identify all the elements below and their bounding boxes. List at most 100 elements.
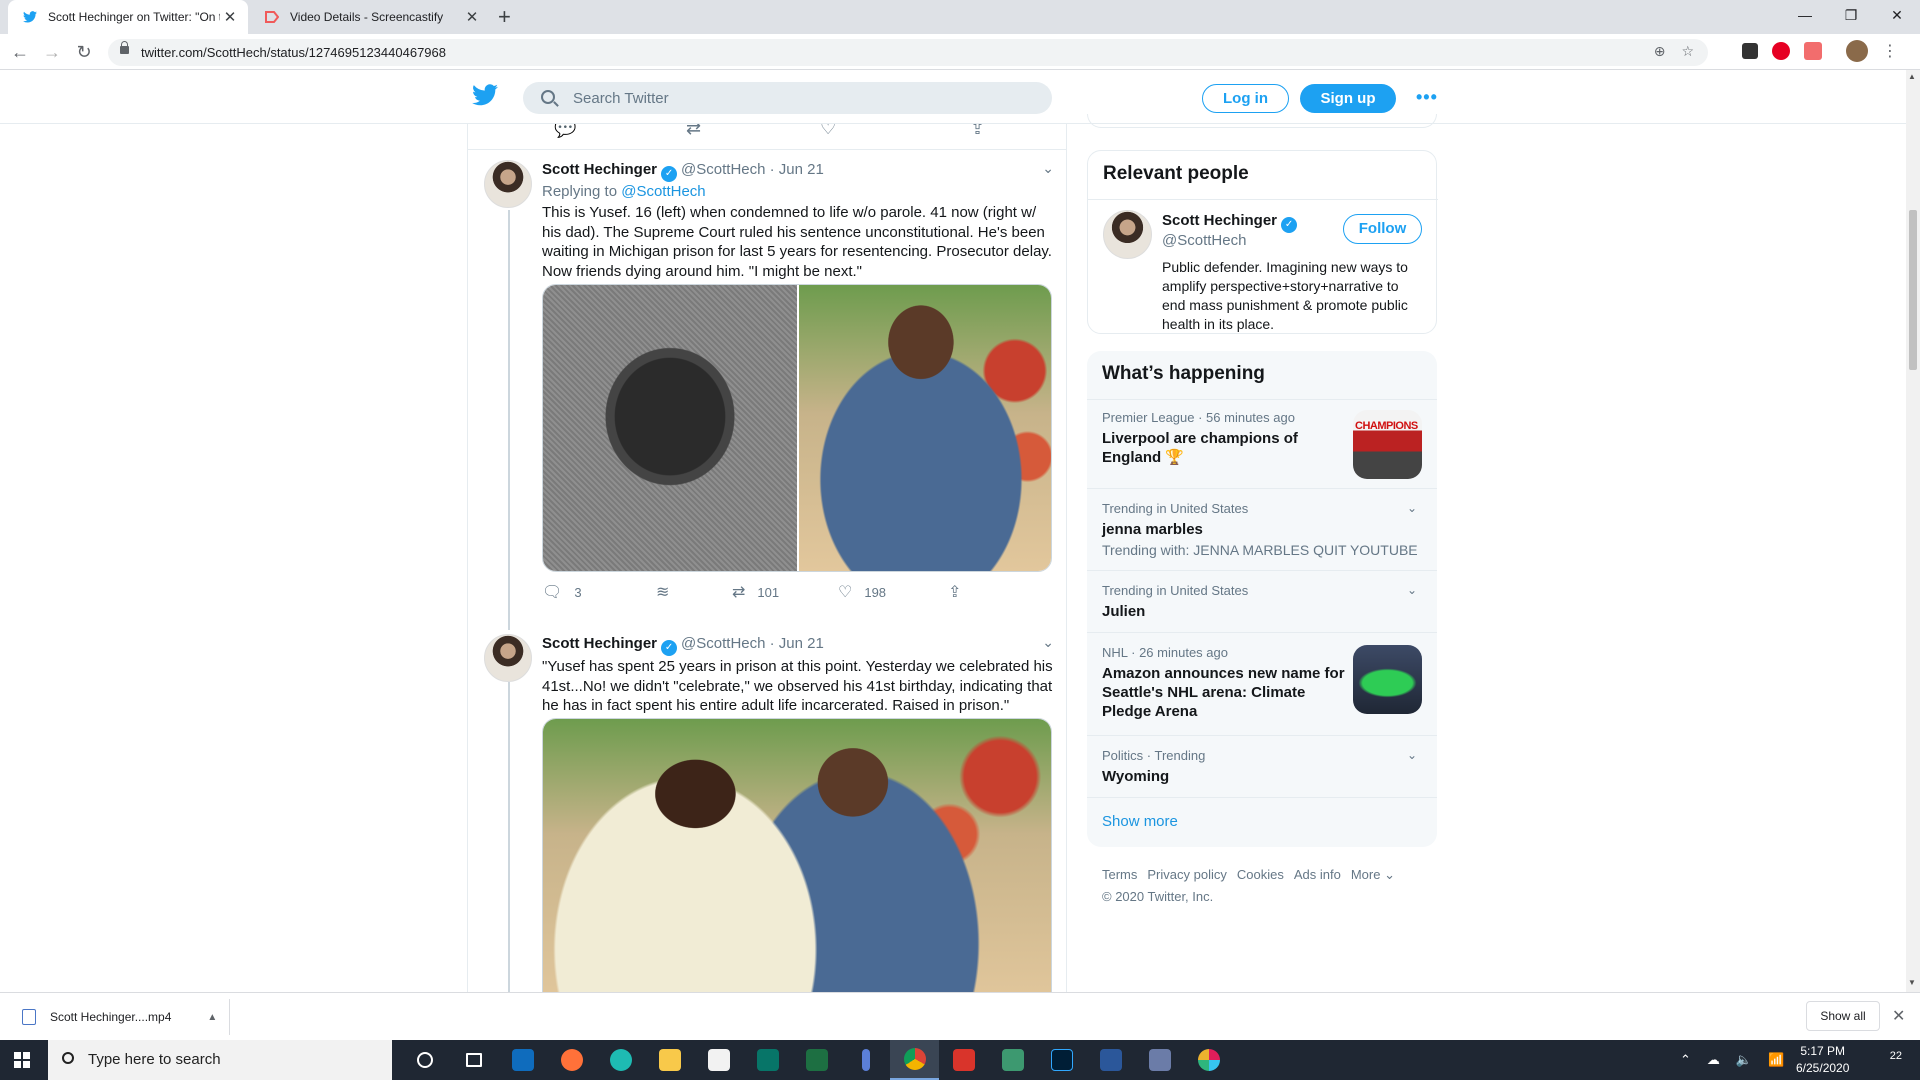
volume-icon[interactable]: 🔈 — [1736, 1052, 1752, 1068]
tweet[interactable]: Scott Hechinger ✓ @ScottHech · Jun 21 ⌄ "Y… — [468, 624, 1066, 992]
chevron-down-icon[interactable]: ⌄ — [1042, 634, 1054, 651]
windows-start-icon[interactable] — [14, 1052, 30, 1068]
person-name-row[interactable]: Scott Hechinger ✓ — [1162, 212, 1301, 233]
signup-button[interactable]: Sign up — [1300, 84, 1396, 113]
new-tab-button[interactable]: + — [498, 4, 511, 30]
screencastify-extension-icon[interactable] — [1804, 42, 1822, 60]
author-name[interactable]: Scott Hechinger — [542, 161, 657, 178]
chevron-up-icon[interactable]: ▲ — [207, 1012, 217, 1023]
bookmark-star-icon[interactable]: ☆ — [1681, 43, 1694, 60]
photo-yusef-and-dad[interactable] — [799, 285, 1051, 571]
replying-to-link[interactable]: @ScottHech — [621, 183, 705, 200]
chevron-up-icon[interactable]: ⌃ — [1680, 1052, 1691, 1068]
tweet-media[interactable] — [542, 284, 1052, 572]
pen-icon[interactable] — [841, 1040, 890, 1080]
tweet-date[interactable]: · Jun 21 — [770, 161, 824, 178]
author-name[interactable]: Scott Hechinger — [542, 635, 657, 652]
chevron-down-icon[interactable]: ⌄ — [1407, 583, 1417, 597]
footer-terms[interactable]: Terms — [1102, 867, 1137, 883]
app-green-icon[interactable] — [988, 1040, 1037, 1080]
footer-more[interactable]: More ⌄ — [1351, 867, 1395, 883]
store-icon[interactable] — [694, 1040, 743, 1080]
onedrive-icon[interactable]: ☁ — [1707, 1052, 1720, 1068]
close-icon[interactable]: ✕ — [220, 8, 240, 26]
forward-icon[interactable]: → — [40, 40, 64, 64]
reload-icon[interactable]: ↻ — [72, 40, 96, 64]
word-icon[interactable] — [1086, 1040, 1135, 1080]
scrollbar-thumb[interactable] — [1909, 210, 1917, 370]
show-all-button[interactable]: Show all — [1806, 1001, 1880, 1031]
relevant-person[interactable]: Scott Hechinger ✓ @ScottHech Follow Publi… — [1088, 199, 1438, 332]
share-button[interactable]: ⇪ — [948, 582, 961, 602]
pinterest-icon[interactable] — [1772, 42, 1790, 60]
author-handle[interactable]: @ScottHech — [681, 161, 765, 178]
retweet-icon[interactable]: ⇄ — [686, 124, 701, 139]
outlook-icon[interactable] — [498, 1040, 547, 1080]
footer-cookies[interactable]: Cookies — [1237, 867, 1284, 883]
retweet-button[interactable]: ⇄ 101 — [732, 582, 779, 602]
minimize-icon[interactable]: — — [1782, 0, 1828, 30]
avatar[interactable] — [1103, 210, 1152, 259]
firefox-icon[interactable] — [547, 1040, 596, 1080]
reply-button[interactable]: 🗨 3 — [542, 582, 582, 602]
quizlet-icon[interactable] — [939, 1040, 988, 1080]
trend-item[interactable]: Premier League · 56 minutes ago Liverpoo… — [1087, 399, 1437, 488]
taskbar-search-input[interactable]: Type here to search — [48, 1040, 392, 1080]
slack-icon[interactable] — [1184, 1040, 1233, 1080]
like-button[interactable]: ♡ 198 — [838, 582, 886, 602]
follow-button[interactable]: Follow — [1343, 214, 1422, 244]
trend-item[interactable]: Trending in United States Julien ⌄ — [1087, 570, 1437, 632]
person-handle[interactable]: @ScottHech — [1162, 232, 1246, 249]
author-handle[interactable]: @ScottHech — [681, 635, 765, 652]
notifications-icon[interactable]: 22 — [1876, 1050, 1902, 1070]
cortana-icon[interactable] — [400, 1040, 449, 1080]
login-button[interactable]: Log in — [1202, 84, 1289, 113]
back-icon[interactable]: ← — [8, 40, 32, 64]
like-icon[interactable]: ♡ — [820, 124, 836, 139]
footer-ads-info[interactable]: Ads info — [1294, 867, 1341, 883]
scroll-up-icon[interactable]: ▲ — [1908, 72, 1916, 81]
maximize-icon[interactable]: ❐ — [1828, 0, 1874, 30]
trend-thumbnail[interactable]: CHAMPIONS — [1353, 410, 1422, 479]
tweet-date[interactable]: · Jun 21 — [770, 635, 824, 652]
footer-privacy[interactable]: Privacy policy — [1147, 867, 1226, 883]
tweet-media[interactable] — [542, 718, 1052, 992]
reply-icon[interactable]: 💬 — [554, 124, 576, 139]
layers-button[interactable]: ≋ — [656, 582, 669, 602]
chevron-down-icon[interactable]: ⌄ — [1407, 501, 1417, 515]
layers-extension-icon[interactable] — [1742, 43, 1758, 59]
file-explorer-icon[interactable] — [645, 1040, 694, 1080]
publisher-icon[interactable] — [743, 1040, 792, 1080]
photo-young-yusef[interactable] — [543, 285, 797, 571]
search-input[interactable]: Search Twitter — [523, 82, 1052, 114]
trend-item[interactable]: Politics · Trending Wyoming ⌄ — [1087, 735, 1437, 797]
clock[interactable]: 5:17 PM 6/25/2020 — [1796, 1043, 1849, 1077]
tab-twitter[interactable]: Scott Hechinger on Twitter: "On t ✕ — [8, 0, 248, 34]
wifi-icon[interactable]: 📶 — [1768, 1052, 1784, 1068]
trend-item[interactable]: Trending in United States jenna marbles … — [1087, 488, 1437, 570]
close-window-icon[interactable]: ✕ — [1874, 0, 1920, 30]
show-more-link[interactable]: Show more — [1102, 813, 1178, 830]
tab-screencastify[interactable]: Video Details - Screencastify ✕ — [250, 0, 490, 34]
page-scrollbar[interactable]: ▲ ▼ — [1906, 70, 1920, 992]
profile-avatar[interactable] — [1846, 40, 1868, 62]
close-icon[interactable]: ✕ — [462, 8, 482, 26]
address-bar[interactable]: twitter.com/ScottHech/status/12746951234… — [108, 39, 1708, 66]
tweet[interactable]: Scott Hechinger ✓ @ScottHech · Jun 21 ⌄ Re… — [468, 156, 1066, 606]
task-view-icon[interactable] — [449, 1040, 498, 1080]
add-icon[interactable]: ⊕ — [1654, 43, 1666, 60]
chrome-icon[interactable] — [890, 1040, 939, 1080]
excel-icon[interactable] — [792, 1040, 841, 1080]
close-icon[interactable]: ✕ — [1892, 1006, 1905, 1026]
menu-dots-icon[interactable]: ⋮ — [1882, 41, 1898, 61]
avatar[interactable] — [484, 634, 532, 682]
edge-icon[interactable] — [596, 1040, 645, 1080]
scroll-down-icon[interactable]: ▼ — [1908, 978, 1916, 987]
chevron-down-icon[interactable]: ⌄ — [1042, 160, 1054, 177]
photoshop-icon[interactable] — [1037, 1040, 1086, 1080]
download-item[interactable]: Scott Hechinger....mp4 ▲ — [12, 999, 230, 1035]
photo-yusef-and-father[interactable] — [543, 719, 1051, 992]
screen-recorder-icon[interactable] — [1135, 1040, 1184, 1080]
share-icon[interactable]: ⇪ — [970, 124, 985, 139]
trend-item[interactable]: NHL · 26 minutes ago Amazon announces ne… — [1087, 632, 1437, 735]
